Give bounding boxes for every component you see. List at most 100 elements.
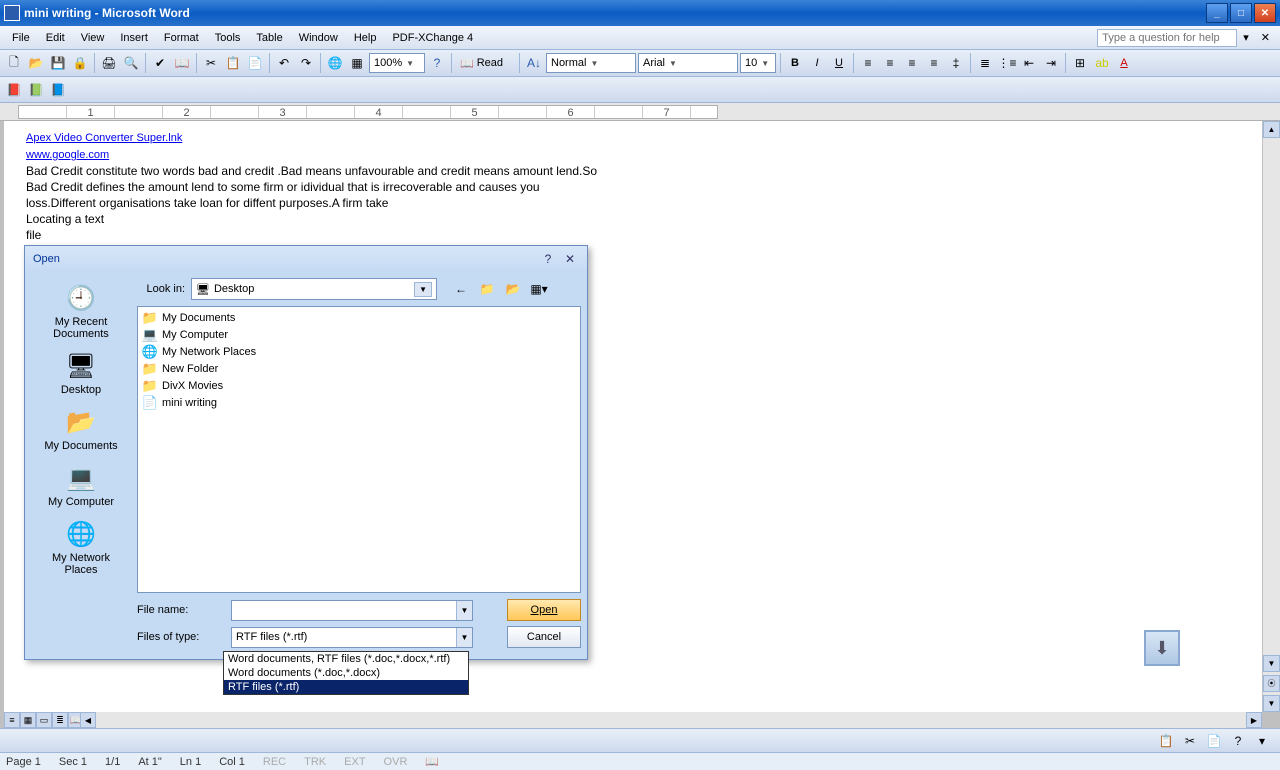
back-icon[interactable]: ← [451, 279, 471, 299]
outdent-icon[interactable]: ⇤ [1019, 53, 1039, 73]
tables-icon[interactable]: ▦ [347, 53, 367, 73]
styles-icon[interactable]: A↓ [524, 53, 544, 73]
vertical-scrollbar[interactable]: ▲ ▼ ⦿ ▼ [1263, 121, 1280, 712]
dialog-help-icon[interactable]: ? [539, 250, 557, 268]
paste-icon[interactable]: 📄 [1204, 731, 1224, 751]
menu-insert[interactable]: Insert [112, 29, 156, 47]
menu-pdf-xchange[interactable]: PDF-XChange 4 [384, 29, 481, 47]
zoom-combo[interactable]: 100%▼ [369, 53, 425, 73]
numbered-list-icon[interactable]: ≣ [975, 53, 995, 73]
horizontal-scrollbar[interactable]: ◀ ▶ [80, 712, 1262, 728]
views-icon[interactable]: ▦▾ [529, 279, 549, 299]
italic-icon[interactable]: I [807, 53, 827, 73]
align-center-icon[interactable]: ≡ [880, 53, 900, 73]
bullet-list-icon[interactable]: ⋮≡ [997, 53, 1017, 73]
style-combo[interactable]: Normal▼ [546, 53, 636, 73]
font-combo[interactable]: Arial▼ [638, 53, 738, 73]
place-desktop[interactable]: 🖥Desktop [36, 350, 126, 396]
floating-nav-icon[interactable]: ⬇ [1144, 630, 1180, 666]
options-icon[interactable]: ▾ [1252, 731, 1272, 751]
menu-tools[interactable]: Tools [207, 29, 249, 47]
undo-icon[interactable]: ↶ [274, 53, 294, 73]
align-right-icon[interactable]: ≡ [902, 53, 922, 73]
close-button[interactable]: ✕ [1254, 3, 1276, 23]
menu-help[interactable]: Help [346, 29, 385, 47]
menubar-close-icon[interactable]: ✕ [1255, 31, 1276, 44]
link-apex[interactable]: Apex Video Converter Super.lnk [26, 132, 182, 144]
place-network[interactable]: 🌐My Network Places [36, 518, 126, 576]
up-level-icon[interactable]: 📁 [477, 279, 497, 299]
research-icon[interactable]: 📖 [172, 53, 192, 73]
maximize-button[interactable]: □ [1230, 3, 1252, 23]
copy-icon[interactable]: 📋 [1156, 731, 1176, 751]
new-icon[interactable]: 🗋 [4, 53, 24, 73]
permission-icon[interactable]: 🔒 [70, 53, 90, 73]
link-google[interactable]: www.google.com [26, 149, 109, 161]
pdf-icon-1[interactable]: 📕 [4, 80, 24, 100]
menu-window[interactable]: Window [291, 29, 346, 47]
minimize-button[interactable]: _ [1206, 3, 1228, 23]
print-view-icon[interactable]: ▭ [36, 712, 52, 728]
list-item[interactable]: 📁DivX Movies [140, 377, 578, 394]
spellcheck-icon[interactable]: ✔ [150, 53, 170, 73]
outline-view-icon[interactable]: ≣ [52, 712, 68, 728]
read-button[interactable]: 📖Read [456, 57, 507, 70]
menubar-dropdown-icon[interactable]: ▾ [1237, 31, 1255, 44]
pdf-icon-3[interactable]: 📘 [48, 80, 68, 100]
status-ext[interactable]: EXT [344, 756, 365, 768]
save-icon[interactable]: 💾 [48, 53, 68, 73]
help-icon[interactable]: ? [1228, 731, 1248, 751]
indent-icon[interactable]: ⇥ [1041, 53, 1061, 73]
open-icon[interactable]: 📂 [26, 53, 46, 73]
menu-table[interactable]: Table [248, 29, 290, 47]
status-rec[interactable]: REC [263, 756, 286, 768]
file-list[interactable]: 📁My Documents 💻My Computer 🌐My Network P… [137, 306, 581, 593]
chevron-down-icon[interactable]: ▼ [414, 282, 432, 297]
list-item[interactable]: 📁New Folder [140, 360, 578, 377]
filetype-option[interactable]: Word documents (*.doc,*.docx) [224, 666, 468, 680]
filetype-option[interactable]: Word documents, RTF files (*.doc,*.docx,… [224, 652, 468, 666]
help-icon[interactable]: ? [427, 53, 447, 73]
bold-icon[interactable]: B [785, 53, 805, 73]
menu-view[interactable]: View [73, 29, 113, 47]
menu-format[interactable]: Format [156, 29, 207, 47]
new-folder-icon[interactable]: 📂 [503, 279, 523, 299]
cut-icon[interactable]: ✂ [1180, 731, 1200, 751]
place-recent[interactable]: 🕘My Recent Documents [36, 282, 126, 340]
help-search-input[interactable] [1097, 29, 1237, 47]
line-spacing-icon[interactable]: ‡ [946, 53, 966, 73]
place-mydocs[interactable]: 📂My Documents [36, 406, 126, 452]
menu-edit[interactable]: Edit [38, 29, 73, 47]
cancel-button[interactable]: Cancel [507, 626, 581, 648]
open-button[interactable]: Open [507, 599, 581, 621]
place-mycomputer[interactable]: 💻My Computer [36, 462, 126, 508]
filetype-dropdown[interactable]: Word documents, RTF files (*.doc,*.docx,… [223, 651, 469, 695]
paste-icon[interactable]: 📄 [245, 53, 265, 73]
cut-icon[interactable]: ✂ [201, 53, 221, 73]
align-justify-icon[interactable]: ≡ [924, 53, 944, 73]
pdf-icon-2[interactable]: 📗 [26, 80, 46, 100]
filetype-option-selected[interactable]: RTF files (*.rtf) [224, 680, 468, 694]
next-page-icon[interactable]: ▼ [1263, 695, 1280, 712]
redo-icon[interactable]: ↷ [296, 53, 316, 73]
book-icon[interactable]: 📖 [425, 755, 439, 768]
status-ovr[interactable]: OVR [384, 756, 408, 768]
align-left-icon[interactable]: ≡ [858, 53, 878, 73]
filename-input[interactable]: ▼ [231, 600, 473, 621]
normal-view-icon[interactable]: ≡ [4, 712, 20, 728]
dialog-close-icon[interactable]: ✕ [561, 250, 579, 268]
hyperlink-icon[interactable]: 🌐 [325, 53, 345, 73]
list-item[interactable]: 💻My Computer [140, 326, 578, 343]
print-preview-icon[interactable]: 🔍 [121, 53, 141, 73]
highlight-icon[interactable]: ab [1092, 53, 1112, 73]
list-item[interactable]: 📁My Documents [140, 309, 578, 326]
scroll-right-icon[interactable]: ▶ [1246, 712, 1262, 728]
underline-icon[interactable]: U [829, 53, 849, 73]
font-color-icon[interactable]: A [1114, 53, 1134, 73]
list-item[interactable]: 📄mini writing [140, 394, 578, 411]
web-view-icon[interactable]: ▦ [20, 712, 36, 728]
scroll-left-icon[interactable]: ◀ [80, 712, 96, 728]
scroll-down-icon[interactable]: ▼ [1263, 655, 1280, 672]
borders-icon[interactable]: ⊞ [1070, 53, 1090, 73]
list-item[interactable]: 🌐My Network Places [140, 343, 578, 360]
